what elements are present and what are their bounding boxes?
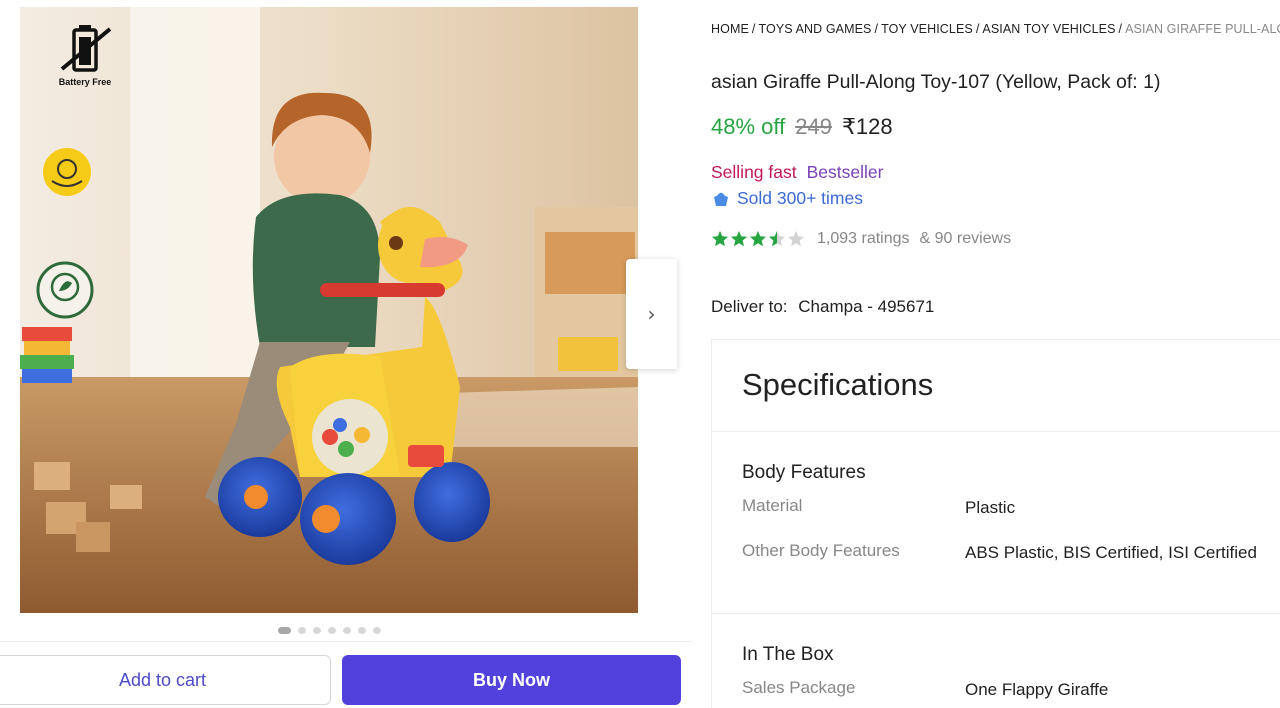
bestseller-tag: Bestseller <box>806 162 884 182</box>
eco-friendly-icon <box>36 261 94 319</box>
breadcrumb-toy-vehicles[interactable]: TOY VEHICLES <box>881 22 973 36</box>
spec-row: Other Body Features ABS Plastic, BIS Cer… <box>742 541 1280 563</box>
star-icon <box>712 231 728 247</box>
discount-percent: 48% off <box>711 114 786 139</box>
product-image[interactable]: Battery Free <box>20 7 638 613</box>
battery-crossed-icon <box>60 25 112 72</box>
spec-section-title: Body Features <box>742 462 866 483</box>
pagination-dot[interactable] <box>373 627 381 634</box>
spec-row: Sales Package One Flappy Giraffe <box>742 678 1280 700</box>
star-icon <box>788 231 804 247</box>
sales-tags: Selling fast Bestseller <box>711 162 883 183</box>
pagination-dot[interactable] <box>328 627 336 634</box>
original-price: 249 <box>795 114 832 139</box>
breadcrumb-home[interactable]: HOME <box>711 22 749 36</box>
price-row: 48% off 249 ₹128 <box>711 114 893 140</box>
battery-free-label: Battery Free <box>58 77 112 87</box>
spec-value: Plastic <box>965 498 1016 517</box>
product-photo <box>20 7 638 613</box>
sold-count-text: Sold 300+ times <box>737 188 863 208</box>
spec-key: Material <box>742 496 803 515</box>
product-title: asian Giraffe Pull-Along Toy-107 (Yellow… <box>711 71 1161 93</box>
star-icon <box>769 231 785 247</box>
rating-row[interactable]: 1,093 ratings & 90 reviews <box>711 230 1011 248</box>
sold-count: Sold 300+ times <box>711 188 863 209</box>
add-to-cart-button[interactable]: Add to cart <box>0 655 331 705</box>
image-pagination-dots <box>278 627 381 634</box>
next-image-button[interactable]: › <box>626 259 677 369</box>
star-icon <box>750 231 766 247</box>
pagination-dot[interactable] <box>343 627 351 634</box>
buy-now-button[interactable]: Buy Now <box>342 655 681 705</box>
selling-price: ₹128 <box>841 114 893 139</box>
delivery-location[interactable]: Deliver to: Champa - 495671 <box>711 297 934 317</box>
spec-section-body-features: Body Features Material Plastic Other Bod… <box>712 432 1280 614</box>
breadcrumb-current: ASIAN GIRAFFE PULL-ALO <box>1125 22 1280 36</box>
battery-free-badge: Battery Free <box>50 23 120 87</box>
reviews-count: & 90 reviews <box>919 230 1012 247</box>
shopping-bag-icon <box>714 192 728 206</box>
selling-fast-tag: Selling fast <box>711 162 797 182</box>
star-rating <box>711 230 805 248</box>
spec-row: Material Plastic <box>742 496 1280 518</box>
spec-section-in-the-box: In The Box Sales Package One Flappy Gira… <box>712 614 1280 700</box>
ratings-count: 1,093 ratings <box>817 230 910 247</box>
specifications-heading: Specifications <box>712 340 1280 432</box>
pagination-dot[interactable] <box>298 627 306 634</box>
specifications-card: Specifications Body Features Material Pl… <box>711 339 1280 708</box>
chevron-right-icon: › <box>647 302 656 326</box>
bis-certified-icon <box>43 148 91 196</box>
delivery-pincode: Champa - 495671 <box>798 297 935 316</box>
deliver-to-label: Deliver to: <box>711 297 788 316</box>
breadcrumb-toys-and-games[interactable]: TOYS AND GAMES <box>758 22 871 36</box>
star-icon <box>731 231 747 247</box>
pagination-dot[interactable] <box>278 627 291 634</box>
spec-key: Sales Package <box>742 678 856 697</box>
action-bar: Add to cart Buy Now <box>0 641 692 708</box>
pagination-dot[interactable] <box>358 627 366 634</box>
spec-key: Other Body Features <box>742 541 900 560</box>
pagination-dot[interactable] <box>313 627 321 634</box>
spec-value: ABS Plastic, BIS Certified, ISI Certifie… <box>965 543 1257 562</box>
breadcrumb-asian-toy-vehicles[interactable]: ASIAN TOY VEHICLES <box>982 22 1115 36</box>
spec-section-title: In The Box <box>742 644 834 665</box>
spec-value: One Flappy Giraffe <box>965 680 1109 699</box>
breadcrumb: HOME / TOYS AND GAMES / TOY VEHICLES / ASIAN T… <box>711 22 1280 36</box>
